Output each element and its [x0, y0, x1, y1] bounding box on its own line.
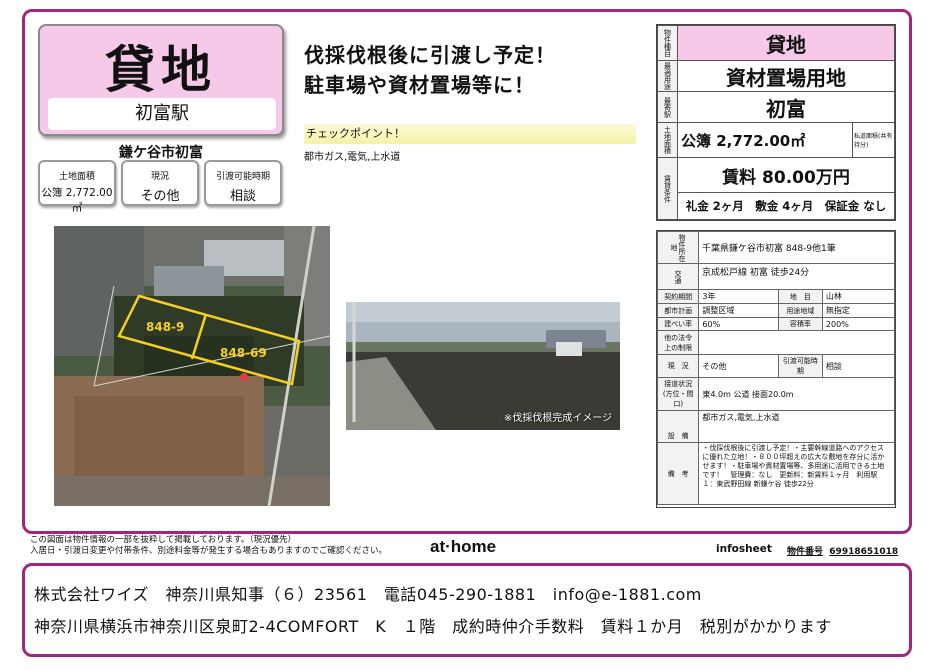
summary-card-value: 公簿 2,772.00㎡ [41, 187, 113, 214]
spec-label: 最寄駅 [657, 91, 678, 123]
spec-label: 土地面積 [657, 121, 678, 159]
spec-far-label: 容積率 [777, 317, 823, 331]
checkpoint-banner: チェックポイント！ [304, 124, 636, 144]
spec-best-use: 資材置場用地 [677, 60, 895, 93]
spec-station: 初富 [677, 91, 895, 123]
spec-transport: 京成松戸線 初富 徒歩24分 [698, 263, 895, 290]
headline-line-1: 伐採伐根後に引渡し予定！ [304, 43, 556, 67]
spec-box-main: 物件種目 貸地 最適用途 資材置場用地 最寄駅 初富 土地面積 公簿 2,772… [656, 24, 896, 221]
spec-land-area: 公簿 2,772.00㎡ [677, 121, 853, 159]
spec-contract-label: 契約期間 [656, 289, 700, 304]
spec-private-road-note: 私道面積(共有持分) [852, 121, 895, 159]
disclaimer-line-2: 入居日・引渡日変更や付帯条件、別途料金等が発生する場合もありますのでご確認くださ… [30, 546, 388, 556]
spec-handover-value: 相談 [821, 354, 896, 378]
spec-city-plan-label: 都市計画 [656, 303, 700, 318]
company-box [22, 563, 912, 657]
summary-card-value: 相談 [229, 189, 256, 204]
site-photo: ※伐採伐根完成イメージ [346, 302, 620, 430]
nearest-station-label: 初富駅 [48, 98, 276, 130]
company-line-2: 神奈川県横浜市神奈川区泉町2-4COMFORT K １階 成約時仲介手数料 賃料… [34, 617, 832, 636]
spec-land-category-value: 山林 [821, 289, 896, 304]
spec-remarks-label: 備 考 [656, 442, 700, 505]
disclaimer: この図面は物件情報の一部を抜粋して掲載しております。（現況優先） 入居日・引渡日… [30, 535, 387, 557]
spec-other-law-label: 他の法令上の制限 [656, 330, 700, 355]
spec-coverage-label: 建ぺい率 [656, 317, 700, 331]
photo-caption: ※伐採伐根完成イメージ [503, 413, 612, 424]
spec-city-plan-value: 調整区域 [698, 303, 779, 318]
company-line-1: 株式会社ワイズ 神奈川県知事（６）23561 電話045-290-1881 in… [34, 585, 702, 604]
checkpoint-text: 都市ガス,電気,上水道 [304, 152, 401, 163]
spec-handover-label: 引渡可能時期 [777, 354, 823, 378]
spec-status-value: その他 [698, 354, 779, 378]
spec-contract-value: 3年 [698, 289, 779, 304]
disclaimer-line-1: この図面は物件情報の一部を抜粋して掲載しております。（現況優先） [30, 535, 297, 545]
aerial-photo: 848-9 848-69 [54, 226, 330, 506]
spec-label: 物件所在地 [657, 231, 699, 264]
spec-address: 千葉県鎌ケ谷市初富 848-9他1筆 [698, 231, 895, 264]
athome-logo: at·home [430, 537, 497, 556]
spec-box-detail: 物件所在地 千葉県鎌ケ谷市初富 848-9他1筆 交通 京成松戸線 初富 徒歩2… [656, 230, 896, 508]
spec-remarks-value: ・伐採伐根後に引渡し予定！・主要幹線道路へのアクセスに優れた立地！・８００坪超え… [698, 442, 895, 505]
spec-label: 最適用途 [657, 60, 678, 93]
spec-deposits: 礼金 2ヶ月 敷金 4ヶ月 保証金 なし [677, 192, 895, 220]
spec-property-type: 貸地 [677, 24, 895, 62]
lot-label-848-9: 848-9 [146, 320, 185, 334]
infosheet-label: infosheet [716, 543, 772, 555]
spec-coverage-value: 60% [698, 317, 779, 331]
aerial-photo-image [54, 226, 330, 506]
title-card: 貸地 初富駅 [38, 24, 284, 136]
spec-road-label: 接道状況(方位・間口) [656, 377, 700, 411]
spec-table-detail: 物件所在地 千葉県鎌ケ谷市初富 848-9他1筆 交通 京成松戸線 初富 徒歩2… [656, 231, 896, 505]
headline: 伐採伐根後に引渡し予定！ 駐車場や資材置場等に！ [304, 40, 556, 100]
summary-card-area: 土地面積 公簿 2,772.00㎡ [38, 160, 116, 214]
property-type-title: 貸地 [105, 40, 217, 99]
summary-card-status: 現況 その他 [121, 160, 199, 206]
spec-far-value: 200% [821, 317, 896, 331]
headline-line-2: 駐車場や資材置場等に！ [304, 73, 535, 97]
spec-facilities-value: 都市ガス,電気,上水道 [698, 410, 895, 443]
spec-table-main: 物件種目 貸地 最適用途 資材置場用地 最寄駅 初富 土地面積 公簿 2,772… [657, 24, 895, 220]
location-label: 鎌ケ谷市初富 [119, 145, 203, 161]
spec-zoning-value: 無指定 [821, 303, 896, 318]
property-number-value: 69918651018 [829, 547, 899, 557]
spec-facilities-label: 設 備 [656, 410, 700, 443]
spec-label: 賃貸条件 [657, 157, 678, 220]
summary-card-handover: 引渡可能時期 相談 [204, 160, 282, 206]
summary-card-label: 現況 [150, 172, 169, 182]
spec-label: 物件種目 [657, 24, 678, 62]
spec-other-law-value [698, 330, 895, 355]
summary-card-label: 土地面積 [58, 172, 95, 182]
spec-label: 交通 [657, 263, 699, 290]
lot-label-848-69: 848-69 [220, 346, 267, 360]
spec-land-category-label: 地 目 [777, 289, 823, 304]
spec-road-value: 東4.0m 公道 接面20.0m [698, 377, 895, 411]
property-number-label: 物件番号 [787, 547, 824, 557]
summary-card-value: その他 [140, 189, 180, 204]
spec-rent: 賃料 80.00万円 [677, 157, 895, 194]
spec-status-label: 現 況 [656, 354, 700, 378]
property-number: 物件番号 69918651018 [787, 544, 898, 557]
summary-card-label: 引渡可能時期 [215, 172, 270, 182]
spec-zoning-label: 用途地域 [777, 303, 823, 318]
